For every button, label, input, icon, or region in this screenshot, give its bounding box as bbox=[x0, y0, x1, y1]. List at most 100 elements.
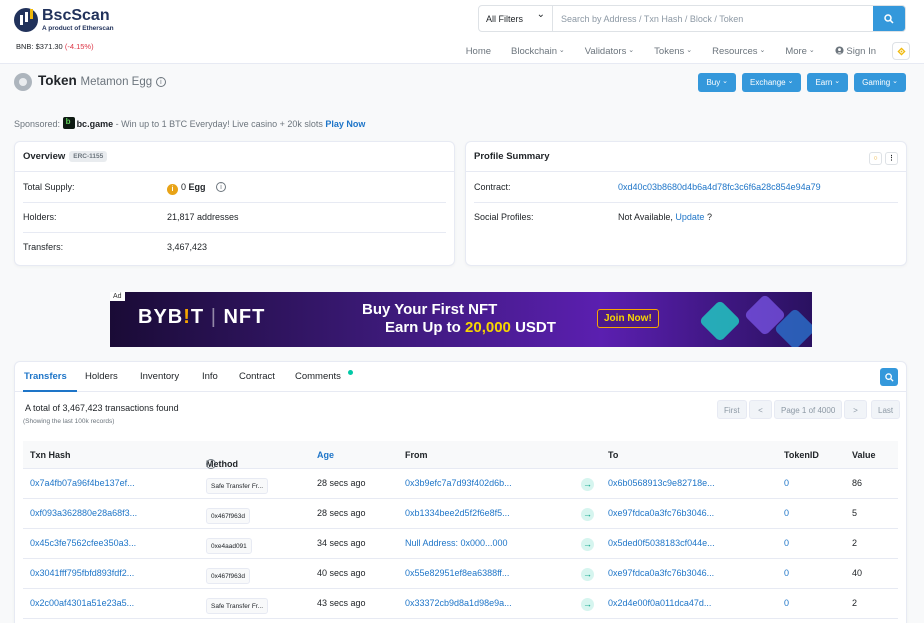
ad-headline: Buy Your First NFT bbox=[362, 301, 498, 318]
info-icon[interactable]: i bbox=[155, 77, 166, 87]
search-button[interactable] bbox=[873, 6, 905, 31]
nav-tokens[interactable]: Tokens bbox=[654, 46, 692, 57]
table-row: 0x2c00af4301a51e23a5... Safe Transfer Fr.… bbox=[23, 589, 898, 619]
total-supply-row: Total Supply: i0 Egg i bbox=[23, 173, 446, 203]
age-cell: 28 secs ago bbox=[317, 478, 366, 488]
search-input[interactable] bbox=[553, 6, 873, 31]
overview-header: Overview ERC-1155 bbox=[15, 142, 454, 172]
bnb-icon bbox=[896, 46, 906, 56]
tab-contract[interactable]: Contract bbox=[239, 371, 275, 382]
page-title: Token Metamon Egg i bbox=[38, 73, 166, 88]
tab-info[interactable]: Info bbox=[202, 371, 218, 382]
from-address-link[interactable]: 0x3b9efc7a7d93f402d6b... bbox=[405, 478, 512, 488]
txn-hash-link[interactable]: 0x7a4fb07a96f4be137ef... bbox=[30, 478, 135, 488]
earn-button[interactable]: Earn bbox=[807, 73, 849, 92]
total-transactions: A total of 3,467,423 transactions found bbox=[25, 403, 179, 413]
token-id-link[interactable]: 0 bbox=[784, 508, 789, 518]
holders-value: 21,817 addresses bbox=[167, 212, 239, 222]
token-logo-icon bbox=[14, 73, 32, 91]
token-id-link[interactable]: 0 bbox=[784, 598, 789, 608]
active-tab-indicator bbox=[23, 390, 77, 392]
to-address-link[interactable]: 0x6b0568913c9e82718e... bbox=[608, 478, 715, 488]
age-cell: 34 secs ago bbox=[317, 538, 366, 548]
bnb-network-button[interactable] bbox=[892, 42, 910, 60]
to-address-link[interactable]: 0xe97fdca0a3fc76b3046... bbox=[608, 508, 714, 518]
erc-badge: ERC-1155 bbox=[69, 151, 108, 162]
token-id-link[interactable]: 0 bbox=[784, 568, 789, 578]
method-badge: Safe Transfer Fr... bbox=[206, 598, 269, 614]
exchange-button[interactable]: Exchange bbox=[742, 73, 802, 92]
transfer-arrow-icon: → bbox=[581, 538, 594, 551]
txn-hash-link[interactable]: 0xf093a362880e28a68f3... bbox=[30, 508, 137, 518]
table-row: 0xf093a362880e28a68f3... 0x467f963d 28 sec… bbox=[23, 499, 898, 529]
pager-next[interactable]: > bbox=[844, 400, 867, 419]
to-address-link[interactable]: 0x2d4e00f0a011dca47d... bbox=[608, 598, 711, 608]
tab-transfers[interactable]: Transfers bbox=[24, 371, 67, 382]
update-link[interactable]: Update bbox=[675, 212, 704, 222]
sponsor-name[interactable]: bc.game bbox=[77, 119, 114, 129]
transfers-row: Transfers: 3,467,423 bbox=[23, 242, 208, 252]
bnb-price: BNB: $371.30 (-4.15%) bbox=[16, 42, 94, 51]
from-address-link[interactable]: 0x33372cb9d8a1d98e9a... bbox=[405, 598, 512, 608]
play-now-link[interactable]: Play Now bbox=[325, 119, 365, 129]
tab-holders[interactable]: Holders bbox=[85, 371, 118, 382]
ad-tag: Ad bbox=[110, 292, 125, 301]
pager-prev[interactable]: < bbox=[749, 400, 772, 419]
token-id-link[interactable]: 0 bbox=[784, 478, 789, 488]
transfer-arrow-icon: → bbox=[581, 508, 594, 521]
nav-signin[interactable]: Sign In bbox=[835, 46, 876, 57]
search-icon bbox=[884, 372, 894, 382]
records-note: (Showing the last 100k records) bbox=[23, 418, 115, 425]
age-cell: 43 secs ago bbox=[317, 598, 366, 608]
bscscan-logo-icon bbox=[14, 8, 38, 32]
txn-hash-link[interactable]: 0x2c00af4301a51e23a5... bbox=[30, 598, 134, 608]
from-address-link[interactable]: 0x55e82951ef8ea6388ff... bbox=[405, 568, 509, 578]
to-address-link[interactable]: 0x5ded0f5038183cf044e... bbox=[608, 538, 715, 548]
from-address-link[interactable]: Null Address: 0x000...000 bbox=[405, 538, 508, 548]
nav-blockchain[interactable]: Blockchain bbox=[511, 46, 565, 57]
value-cell: 2 bbox=[852, 538, 858, 548]
pager-page-info: Page 1 of 4000 bbox=[774, 400, 843, 419]
transfers-search-button[interactable] bbox=[880, 368, 898, 386]
circle-icon[interactable]: ○ bbox=[869, 152, 882, 165]
search-icon bbox=[884, 13, 894, 24]
txn-hash-link[interactable]: 0x3041fff795fbfd893fdf2... bbox=[30, 568, 134, 578]
ad-banner[interactable]: Ad BYB!T | NFT Buy Your First NFT Earn U… bbox=[110, 292, 812, 347]
txn-hash-link[interactable]: 0x45c3fe7562cfee350a3... bbox=[30, 538, 136, 548]
to-address-link[interactable]: 0xe97fdca0a3fc76b3046... bbox=[608, 568, 714, 578]
nav-validators[interactable]: Validators bbox=[585, 46, 634, 57]
holders-row: Holders: 21,817 addresses bbox=[23, 203, 446, 233]
age-column-toggle[interactable]: Age bbox=[317, 450, 334, 460]
ad-join-button[interactable]: Join Now! bbox=[597, 309, 659, 328]
age-cell: 40 secs ago bbox=[317, 568, 366, 578]
gaming-button[interactable]: Gaming bbox=[854, 73, 906, 92]
profile-header: Profile Summary ○ ⋮ bbox=[466, 142, 906, 172]
bnb-price-value[interactable]: $371.30 bbox=[36, 42, 63, 51]
logo[interactable]: BscScan A product of Etherscan bbox=[14, 8, 114, 32]
search-filter-select[interactable]: All Filters bbox=[479, 6, 553, 31]
method-badge: 0x467f963d bbox=[206, 568, 250, 584]
nav-resources[interactable]: Resources bbox=[712, 46, 765, 57]
profile-summary-card: Profile Summary ○ ⋮ Contract: 0xd40c03b86… bbox=[465, 141, 907, 266]
more-options-icon[interactable]: ⋮ bbox=[885, 152, 898, 165]
contract-address-link[interactable]: 0xd40c03b8680d4b6a4d78fc3c6f6a28c854e94a… bbox=[618, 182, 821, 192]
transfers-value: 3,467,423 bbox=[167, 242, 208, 252]
method-badge: 0x467f963d bbox=[206, 508, 250, 524]
pager-last[interactable]: Last bbox=[871, 400, 901, 419]
buy-button[interactable]: Buy bbox=[698, 73, 737, 92]
transfer-arrow-icon: → bbox=[581, 478, 594, 491]
bnb-price-change: (-4.15%) bbox=[64, 42, 94, 51]
search-bar: All Filters bbox=[478, 5, 906, 32]
nav-home[interactable]: Home bbox=[466, 46, 491, 57]
method-info-icon[interactable]: i bbox=[206, 459, 216, 469]
tab-comments[interactable]: Comments bbox=[295, 371, 341, 382]
nav-more[interactable]: More bbox=[785, 46, 814, 57]
ad-cube-graphic bbox=[698, 299, 742, 343]
brand-tagline: A product of Etherscan bbox=[42, 25, 114, 32]
supply-info-icon[interactable]: i bbox=[216, 182, 227, 192]
token-id-link[interactable]: 0 bbox=[784, 538, 789, 548]
from-address-link[interactable]: 0xb1334bee2d5f2f6e8f5... bbox=[405, 508, 510, 518]
pager-first[interactable]: First bbox=[717, 400, 747, 419]
overview-card: Overview ERC-1155 Total Supply: i0 Egg i … bbox=[14, 141, 455, 266]
tab-inventory[interactable]: Inventory bbox=[140, 371, 179, 382]
